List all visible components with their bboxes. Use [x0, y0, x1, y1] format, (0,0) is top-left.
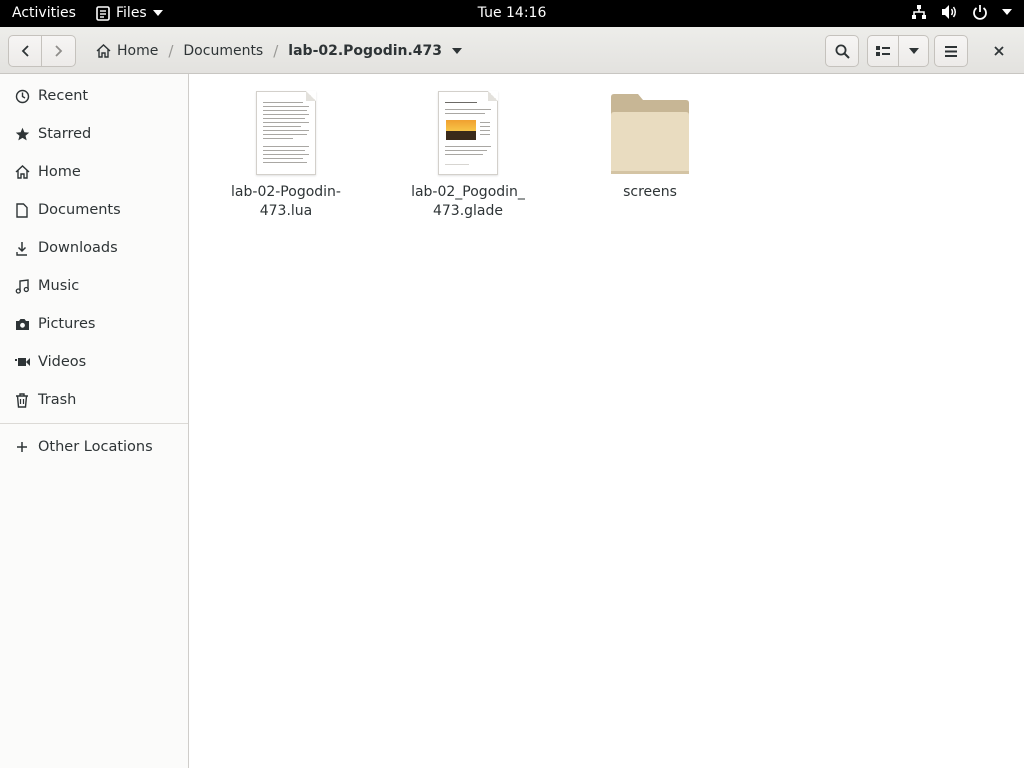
sidebar-divider	[0, 423, 188, 424]
file-item-lua[interactable]: lab-02-Pogodin- 473.lua	[216, 91, 356, 221]
download-icon	[14, 241, 30, 256]
breadcrumb-label: lab-02.Pogodin.473	[288, 43, 443, 59]
breadcrumb-documents[interactable]: Documents	[175, 35, 271, 67]
view-options	[867, 35, 929, 67]
clock-icon	[14, 89, 30, 104]
sidebar-item-trash[interactable]: Trash	[0, 381, 188, 419]
sidebar-item-home[interactable]: Home	[0, 153, 188, 191]
chevron-down-icon	[908, 48, 919, 54]
view-options-dropdown[interactable]	[899, 35, 929, 67]
sidebar-item-label: Documents	[38, 202, 121, 218]
clock[interactable]: Tue 14:16	[478, 5, 547, 21]
chevron-down-icon	[452, 48, 463, 54]
folder-icon	[608, 91, 692, 175]
sidebar-item-label: Starred	[38, 126, 92, 142]
breadcrumb: Home / Documents / lab-02.Pogodin.473	[88, 35, 470, 67]
network-icon	[911, 4, 927, 20]
breadcrumb-label: Documents	[183, 43, 264, 59]
power-icon	[972, 4, 988, 20]
star-icon	[14, 127, 30, 142]
sidebar-item-label: Videos	[38, 354, 87, 370]
chevron-down-icon	[152, 10, 163, 16]
sidebar-item-label: Other Locations	[38, 439, 153, 455]
back-button[interactable]	[8, 35, 42, 67]
breadcrumb-label: Home	[117, 43, 159, 59]
image-thumbnail	[446, 120, 476, 140]
home-icon	[14, 165, 30, 179]
plus-icon	[14, 441, 30, 453]
hamburger-icon	[945, 45, 957, 57]
sidebar-item-downloads[interactable]: Downloads	[0, 229, 188, 267]
chevron-down-icon	[1002, 9, 1012, 15]
breadcrumb-home[interactable]: Home	[88, 35, 166, 67]
sidebar-item-label: Home	[38, 164, 81, 180]
close-button[interactable]	[983, 35, 1015, 67]
sidebar-item-music[interactable]: Music	[0, 267, 188, 305]
list-view-icon	[876, 46, 890, 56]
file-name: screens	[623, 184, 677, 200]
forward-button[interactable]	[42, 35, 76, 67]
sidebar-item-documents[interactable]: Documents	[0, 191, 188, 229]
sidebar-item-videos[interactable]: Videos	[0, 343, 188, 381]
file-name: lab-02-Pogodin- 473.lua	[231, 184, 341, 219]
home-icon	[96, 44, 111, 58]
sidebar-item-pictures[interactable]: Pictures	[0, 305, 188, 343]
sidebar-item-recent[interactable]: Recent	[0, 77, 188, 115]
breadcrumb-separator: /	[273, 42, 279, 60]
video-icon	[14, 356, 30, 368]
sidebar-item-label: Music	[38, 278, 80, 294]
breadcrumb-current-folder[interactable]: lab-02.Pogodin.473	[280, 35, 470, 67]
search-button[interactable]	[825, 35, 859, 67]
document-icon	[14, 202, 30, 218]
sidebar-item-label: Downloads	[38, 240, 118, 256]
view-toggle-button[interactable]	[867, 35, 899, 67]
system-tray[interactable]	[911, 4, 1012, 20]
header-bar: Home / Documents / lab-02.Pogodin.473	[0, 27, 1024, 74]
activities-button[interactable]: Activities	[12, 5, 76, 21]
search-icon	[835, 44, 850, 59]
chevron-right-icon	[54, 45, 62, 57]
navigation-buttons	[8, 35, 76, 67]
file-item-glade[interactable]: lab-02_Pogodin_ 473.glade	[398, 91, 538, 221]
file-name: lab-02_Pogodin_ 473.glade	[411, 184, 525, 219]
music-icon	[14, 278, 30, 294]
chevron-left-icon	[21, 45, 29, 57]
camera-icon	[14, 318, 30, 331]
close-icon	[994, 46, 1004, 56]
glade-file-icon	[438, 91, 498, 175]
app-name: Files	[116, 5, 147, 21]
file-view: lab-02-Pogodin- 473.lua lab-02_Pogodin_ …	[189, 74, 1024, 768]
sidebar-item-label: Recent	[38, 88, 89, 104]
top-bar: Activities Files Tue 14:16	[0, 0, 1024, 27]
sidebar-item-other-locations[interactable]: Other Locations	[0, 428, 188, 466]
menu-button[interactable]	[934, 35, 968, 67]
text-file-icon	[256, 91, 316, 175]
sidebar-item-starred[interactable]: Starred	[0, 115, 188, 153]
breadcrumb-separator: /	[168, 42, 174, 60]
files-app-icon	[96, 5, 110, 21]
folder-item-screens[interactable]: screens	[580, 91, 720, 202]
sidebar: Recent Starred Home Documents Downloads …	[0, 74, 189, 768]
sidebar-item-label: Pictures	[38, 316, 96, 332]
trash-icon	[14, 392, 30, 408]
app-menu[interactable]: Files	[96, 5, 163, 21]
volume-icon	[941, 4, 958, 20]
sidebar-item-label: Trash	[38, 392, 77, 408]
